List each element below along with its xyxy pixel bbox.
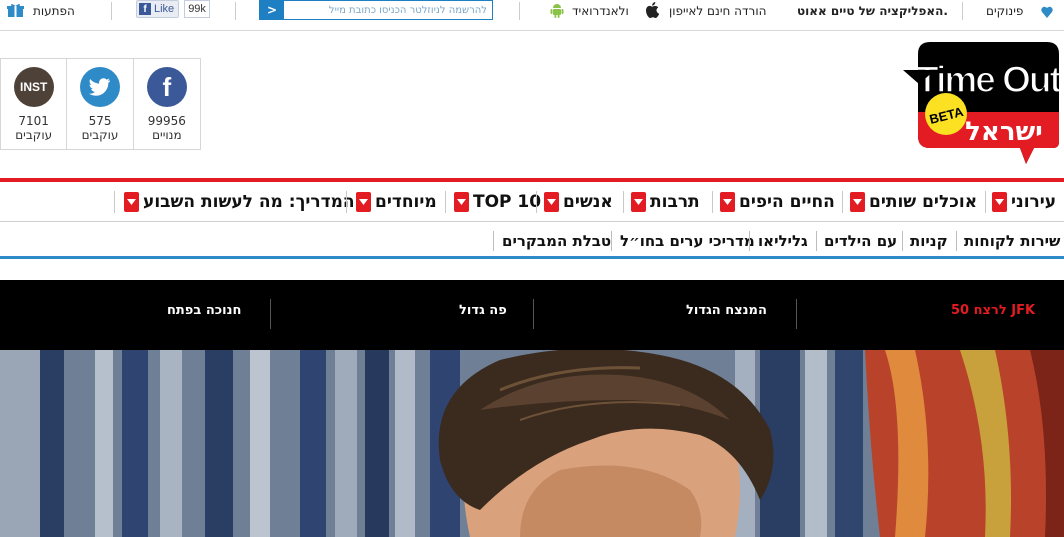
- top-bar: הפתעות f Like 99k > ולאנדרואיד הורדה חינ…: [0, 0, 1064, 31]
- divider: [796, 299, 797, 329]
- feature-tabs: חנוכה בפתח פה גדול המנצח הגדול 50 לרצח J…: [0, 280, 1064, 350]
- nav-item-label: תרבות: [650, 192, 700, 212]
- pinuks-link[interactable]: פינוקים: [986, 0, 1023, 22]
- subnav-item-shopping[interactable]: קניות: [910, 230, 948, 252]
- newsletter-signup: >: [259, 0, 493, 20]
- newsletter-email-input[interactable]: [284, 1, 492, 19]
- nav-item-label: מיוחדים: [375, 192, 437, 212]
- instagram-label: עוקבים: [15, 128, 53, 142]
- divider: [611, 231, 612, 251]
- tab-big-mouth[interactable]: פה גדול: [459, 300, 507, 320]
- nav-item-weekly-guide[interactable]: המדריך: מה לעשות השבוע: [120, 190, 355, 214]
- subnav-item-critics-table[interactable]: טבלת המבקרים: [502, 230, 611, 252]
- nav-item-label: המדריך: מה לעשות השבוע: [143, 192, 355, 212]
- timeout-israel-logo[interactable]: Time Out ישראל BETA: [918, 42, 1059, 164]
- subnav-item-with-kids[interactable]: עם הילדים: [824, 230, 897, 252]
- tab-jfk-50[interactable]: 50 לרצח JFK: [951, 300, 1035, 320]
- chevron-down-icon: [356, 192, 371, 212]
- divider: [816, 231, 817, 251]
- tab-big-winner[interactable]: המנצח הגדול: [686, 300, 767, 320]
- divider: [270, 299, 271, 329]
- chevron-down-icon: [631, 192, 646, 212]
- logo-country: ישראל: [965, 117, 1043, 147]
- social-instagram[interactable]: INST 7101 עוקבים: [1, 59, 68, 149]
- divider: [519, 2, 520, 20]
- subnav-item-customer-service[interactable]: שירות לקוחות: [964, 230, 1060, 252]
- social-followers-box: INST 7101 עוקבים 575 עוקבים f 99956 מנוי…: [0, 58, 201, 150]
- divider: [445, 191, 446, 213]
- chevron-down-icon: [544, 192, 559, 212]
- divider: [111, 2, 112, 20]
- nav-item-specials[interactable]: מיוחדים: [352, 190, 437, 214]
- apple-icon[interactable]: [645, 2, 659, 18]
- twitter-count: 575: [88, 114, 112, 128]
- social-facebook[interactable]: f 99956 מנויים: [134, 59, 200, 149]
- divider: [956, 231, 957, 251]
- facebook-label: מנויים: [152, 128, 182, 142]
- nav-item-people[interactable]: אנשים: [540, 190, 613, 214]
- gift-icon[interactable]: [7, 3, 24, 18]
- newsletter-submit-button[interactable]: >: [260, 1, 284, 19]
- chevron-down-icon: [850, 192, 865, 212]
- facebook-icon: f: [139, 3, 151, 15]
- divider: [712, 191, 713, 213]
- divider: [985, 191, 986, 213]
- chevron-right-icon: >: [266, 3, 278, 17]
- chevron-down-icon: [992, 192, 1007, 212]
- facebook-count: 99956: [147, 114, 186, 128]
- divider: [962, 2, 963, 20]
- nav-item-food-drink[interactable]: אוכלים שותים: [846, 190, 977, 214]
- divider: [536, 191, 537, 213]
- nav-item-label: עירוני: [1011, 192, 1057, 212]
- chevron-down-icon: [124, 192, 139, 212]
- divider: [533, 299, 534, 329]
- nav-item-good-life[interactable]: החיים היפים: [716, 190, 835, 214]
- divider: [842, 191, 843, 213]
- instagram-icon: INST: [13, 67, 54, 107]
- iphone-download-link[interactable]: הורדה חינם לאייפון: [669, 0, 766, 22]
- nav-item-label: החיים היפים: [739, 192, 835, 212]
- nav-item-urban[interactable]: עירוני: [988, 190, 1056, 214]
- subnav-item-galileo[interactable]: גליליאו: [758, 230, 808, 252]
- divider: [902, 231, 903, 251]
- divider: [623, 191, 624, 213]
- nav-item-label: TOP 10: [473, 192, 542, 212]
- subnav-item-city-guides[interactable]: מדריכי ערים בחו״ל: [620, 230, 755, 252]
- divider: [749, 231, 750, 251]
- divider: [493, 231, 494, 251]
- chevron-down-icon: [454, 192, 469, 212]
- divider: [114, 191, 115, 213]
- twitter-icon: [80, 67, 121, 107]
- android-download-link[interactable]: ולאנדרואיד: [572, 0, 629, 22]
- nav-item-top10[interactable]: TOP 10: [450, 190, 541, 214]
- active-tab-pointer: [903, 70, 935, 84]
- nav-item-culture[interactable]: תרבות: [627, 190, 700, 214]
- hero-image-jfk[interactable]: [0, 350, 1064, 537]
- nav-item-label: אוכלים שותים: [869, 192, 978, 212]
- main-nav: המדריך: מה לעשות השבוע מיוחדים TOP 10 אנ…: [0, 182, 1064, 222]
- chevron-down-icon: [720, 192, 735, 212]
- logo-wordmark: Time Out: [918, 59, 1059, 100]
- social-twitter[interactable]: 575 עוקבים: [67, 59, 134, 149]
- app-promo-text: האפליקציה של טיים אאוט.: [797, 4, 948, 18]
- facebook-like-label: Like: [154, 3, 175, 15]
- twitter-label: עוקבים: [81, 128, 119, 142]
- facebook-icon: f: [146, 67, 187, 107]
- nav-item-label: אנשים: [563, 192, 613, 212]
- instagram-count: 7101: [18, 114, 49, 128]
- android-icon[interactable]: [550, 3, 564, 18]
- openings-link[interactable]: הפתעות: [33, 0, 75, 22]
- facebook-like-count: 99k: [184, 0, 210, 18]
- sub-nav: טבלת המבקרים מדריכי ערים בחו״ל גליליאו ע…: [0, 223, 1064, 259]
- heart-pin-icon[interactable]: [1040, 3, 1054, 19]
- facebook-like-widget: f Like 99k: [136, 0, 210, 18]
- facebook-like-button[interactable]: f Like: [136, 0, 180, 18]
- divider: [235, 2, 236, 20]
- tab-hanukkah[interactable]: חנוכה בפתח: [167, 300, 241, 320]
- divider: [346, 191, 347, 213]
